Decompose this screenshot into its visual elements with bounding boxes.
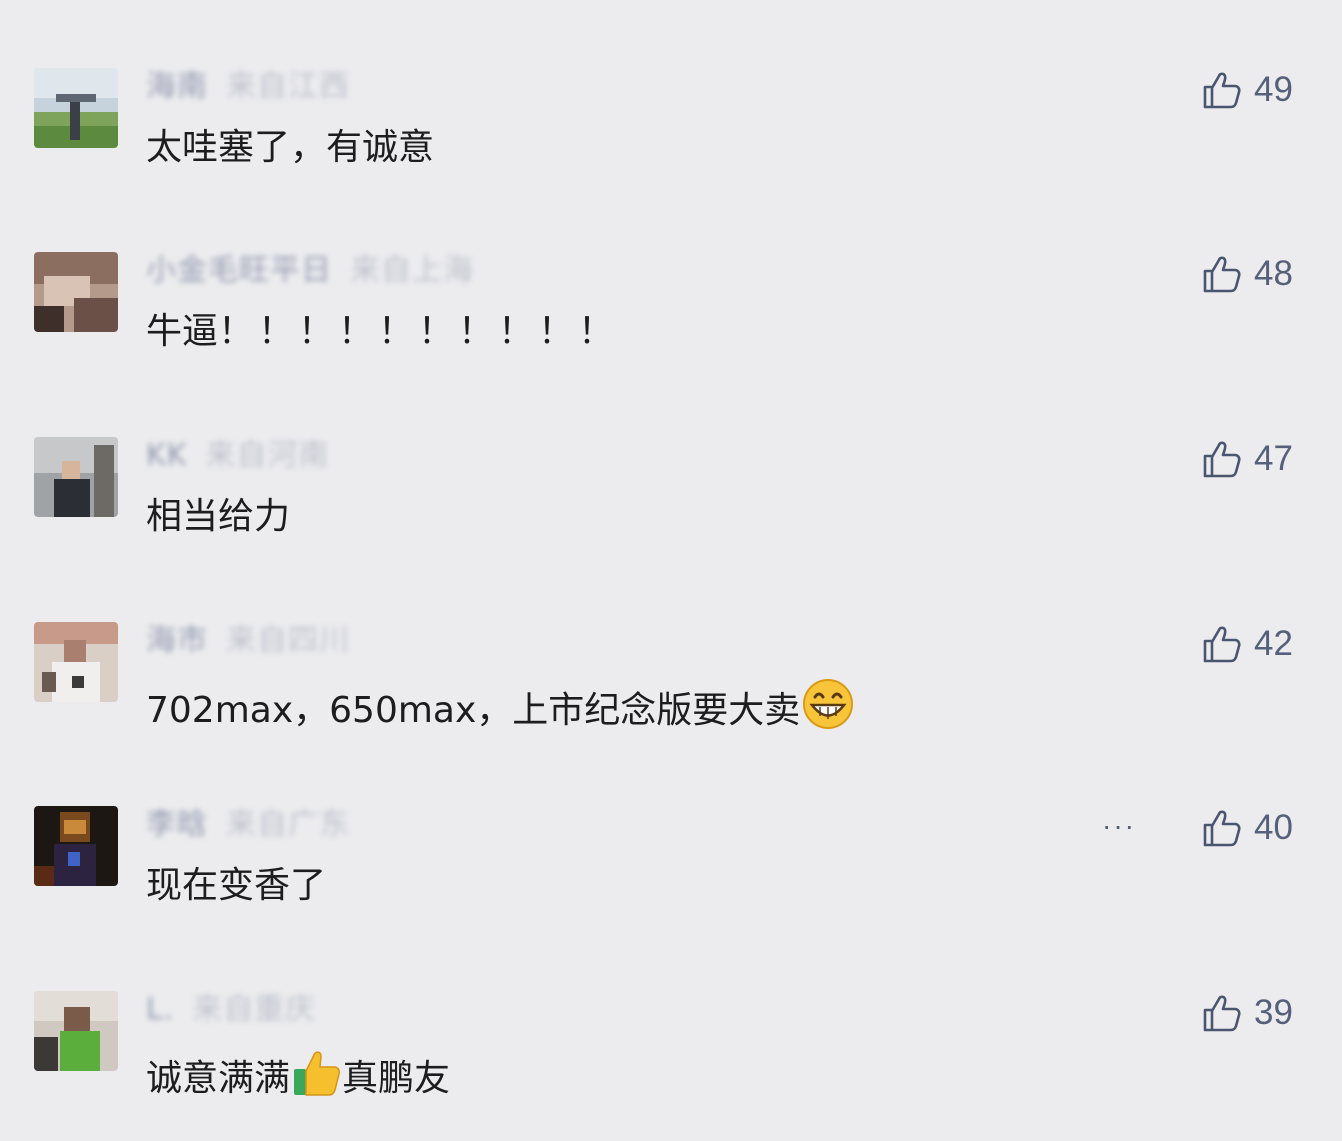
comment-item: KK 来自河南 相当给力 47 [0,437,1342,587]
comment-list: 海南 来自江西 太哇塞了，有诚意 49 小金毛旺平日 来自上海 牛逼 ！！！！！… [0,0,1342,1116]
location-label: 来自江西 [226,69,350,104]
comment-item: 海市 来自四川 702max，650max，上市纪念版要大卖 42 [0,622,1342,772]
location-label: 来自四川 [226,623,350,658]
comment-text-content: 现在变香了 [146,865,327,906]
more-options-icon[interactable]: ··· [1102,810,1136,842]
comment-text-content: 702max，650max，上市纪念版要大卖 [146,689,801,731]
comment-text-after: 真鹏友 [342,1057,451,1099]
grin-emoji-icon [802,678,854,743]
thumbs-up-outline-icon [1203,256,1241,293]
thumbs-up-outline-icon [1203,626,1241,663]
like-button[interactable]: 42 [1202,622,1293,666]
comment-item: 海南 来自江西 太哇塞了，有诚意 49 [0,68,1342,218]
comment-text: 诚意满满 真鹏友 [146,1047,450,1110]
username[interactable]: KK [146,439,187,473]
comment-text-exclaims: ！！！！！！！！！！ [218,311,619,352]
comment-meta: 李晗 来自广东 [146,808,350,842]
comment-text-content: 相当给力 [146,496,291,537]
comment-meta: 海南 来自江西 [146,70,350,104]
avatar[interactable] [34,437,118,517]
thumbs-up-outline-icon [1203,995,1241,1032]
comment-text: 相当给力 [146,493,290,541]
comment-text: 牛逼 ！！！！！！！！！！ [146,308,618,356]
avatar[interactable] [34,991,118,1071]
comment-meta: 海市 来自四川 [146,624,350,658]
like-button[interactable]: 49 [1202,68,1293,112]
comment-text-content: 牛逼 [146,311,219,352]
comment-text: 现在变香了 [146,862,326,910]
comment-text: 702max，650max，上市纪念版要大卖 [146,678,854,743]
like-count: 40 [1254,808,1293,847]
username[interactable]: 小金毛旺平日 [146,254,332,288]
thumbs-up-outline-icon [1203,441,1241,478]
like-count: 49 [1254,70,1293,109]
avatar[interactable] [34,252,118,332]
comment-meta: L. 来自重庆 [146,993,316,1027]
location-label: 来自河南 [205,438,330,473]
comment-meta: KK 来自河南 [146,439,329,473]
comment-item: 李晗 来自广东 现在变香了 ··· 40 [0,806,1342,956]
like-button[interactable]: 40 [1202,806,1293,850]
like-button[interactable]: 47 [1202,437,1293,481]
like-button[interactable]: 48 [1202,252,1293,296]
thumbs-up-emoji-icon [292,1047,342,1110]
avatar[interactable] [34,622,118,702]
comment-meta: 小金毛旺平日 来自上海 [146,254,474,288]
comment-text: 太哇塞了，有诚意 [146,124,434,172]
location-label: 来自重庆 [192,992,317,1027]
thumbs-up-outline-icon [1203,72,1241,109]
comment-item: 小金毛旺平日 来自上海 牛逼 ！！！！！！！！！！ 48 [0,252,1342,402]
username[interactable]: L. [146,993,174,1027]
comment-text-content: 太哇塞了，有诚意 [146,127,435,168]
username[interactable]: 海市 [146,624,208,658]
avatar[interactable] [34,68,118,148]
avatar[interactable] [34,806,118,886]
comment-text-content: 诚意满满 [146,1057,291,1099]
comment-item: L. 来自重庆 诚意满满 真鹏友 39 [0,991,1342,1141]
like-count: 42 [1254,624,1293,663]
thumbs-up-outline-icon [1203,810,1241,847]
location-label: 来自广东 [226,807,350,842]
like-button[interactable]: 39 [1202,991,1293,1035]
username[interactable]: 海南 [146,70,208,104]
username[interactable]: 李晗 [146,808,208,842]
like-count: 48 [1254,254,1293,293]
like-count: 47 [1254,439,1293,478]
location-label: 来自上海 [350,253,474,288]
like-count: 39 [1254,993,1293,1032]
